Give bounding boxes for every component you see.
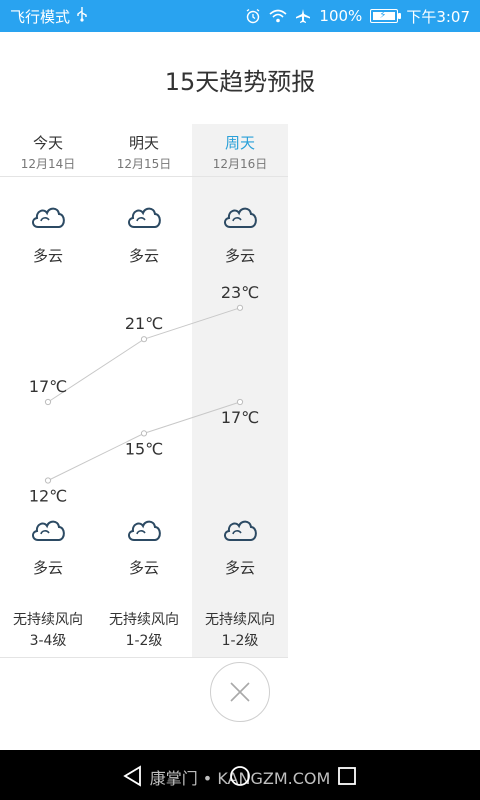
- battery-percent: 100%: [319, 7, 363, 25]
- wind-level: 1-2级: [125, 633, 163, 649]
- forecast-panel: 今天 12月14日 多云 多云 无持续风向 3-4级 明天 12月15日 多云 …: [0, 124, 288, 658]
- night-weather: 多云: [128, 559, 159, 577]
- day-name: 明天: [128, 134, 159, 152]
- day-column-0[interactable]: 今天 12月14日 多云 多云 无持续风向 3-4级: [0, 124, 96, 658]
- cloudy-icon: [128, 207, 161, 228]
- wind-direction: 无持续风向: [13, 612, 83, 628]
- day-date: 12月16日: [212, 157, 268, 171]
- day-name: 今天: [32, 134, 63, 152]
- alarm-icon: [245, 8, 261, 24]
- page-title: 15天趋势预报: [164, 68, 316, 96]
- day-column-1[interactable]: 明天 12月15日 多云 多云 无持续风向 1-2级: [96, 124, 192, 658]
- day-weather: 多云: [128, 247, 159, 265]
- cloudy-icon: [128, 520, 161, 541]
- header-divider: [0, 176, 288, 177]
- airplane-icon: [295, 8, 311, 24]
- wind-level: 1-2级: [221, 633, 259, 649]
- wifi-icon: [269, 9, 287, 23]
- clock: 下午3:07: [406, 7, 470, 26]
- cloudy-icon: [32, 207, 65, 228]
- airplane-mode-label: 飞行模式: [10, 7, 71, 26]
- wind-direction: 无持续风向: [205, 612, 275, 628]
- day-weather: 多云: [224, 247, 255, 265]
- night-weather: 多云: [224, 559, 255, 577]
- cloudy-icon: [224, 520, 257, 541]
- cloudy-icon: [32, 520, 65, 541]
- watermark: 康掌门 • KANGZM.COM: [149, 769, 331, 788]
- day-column-2[interactable]: 周天 12月16日 多云 多云 无持续风向 1-2级: [192, 124, 288, 658]
- bottom-divider: [0, 657, 288, 658]
- close-button[interactable]: [210, 662, 270, 722]
- wind-direction: 无持续风向: [109, 612, 179, 628]
- close-icon: [230, 682, 250, 702]
- status-bar: 飞行模式 100% ⚡ 下午3:07: [0, 0, 480, 32]
- day-weather: 多云: [32, 247, 63, 265]
- usb-icon: [76, 6, 88, 26]
- cloudy-icon: [224, 207, 257, 228]
- day-name: 周天: [224, 134, 255, 152]
- night-weather: 多云: [32, 559, 63, 577]
- wind-level: 3-4级: [29, 633, 67, 649]
- day-date: 12月14日: [20, 157, 76, 171]
- battery-charging-icon: ⚡: [370, 9, 402, 23]
- day-date: 12月15日: [116, 157, 172, 171]
